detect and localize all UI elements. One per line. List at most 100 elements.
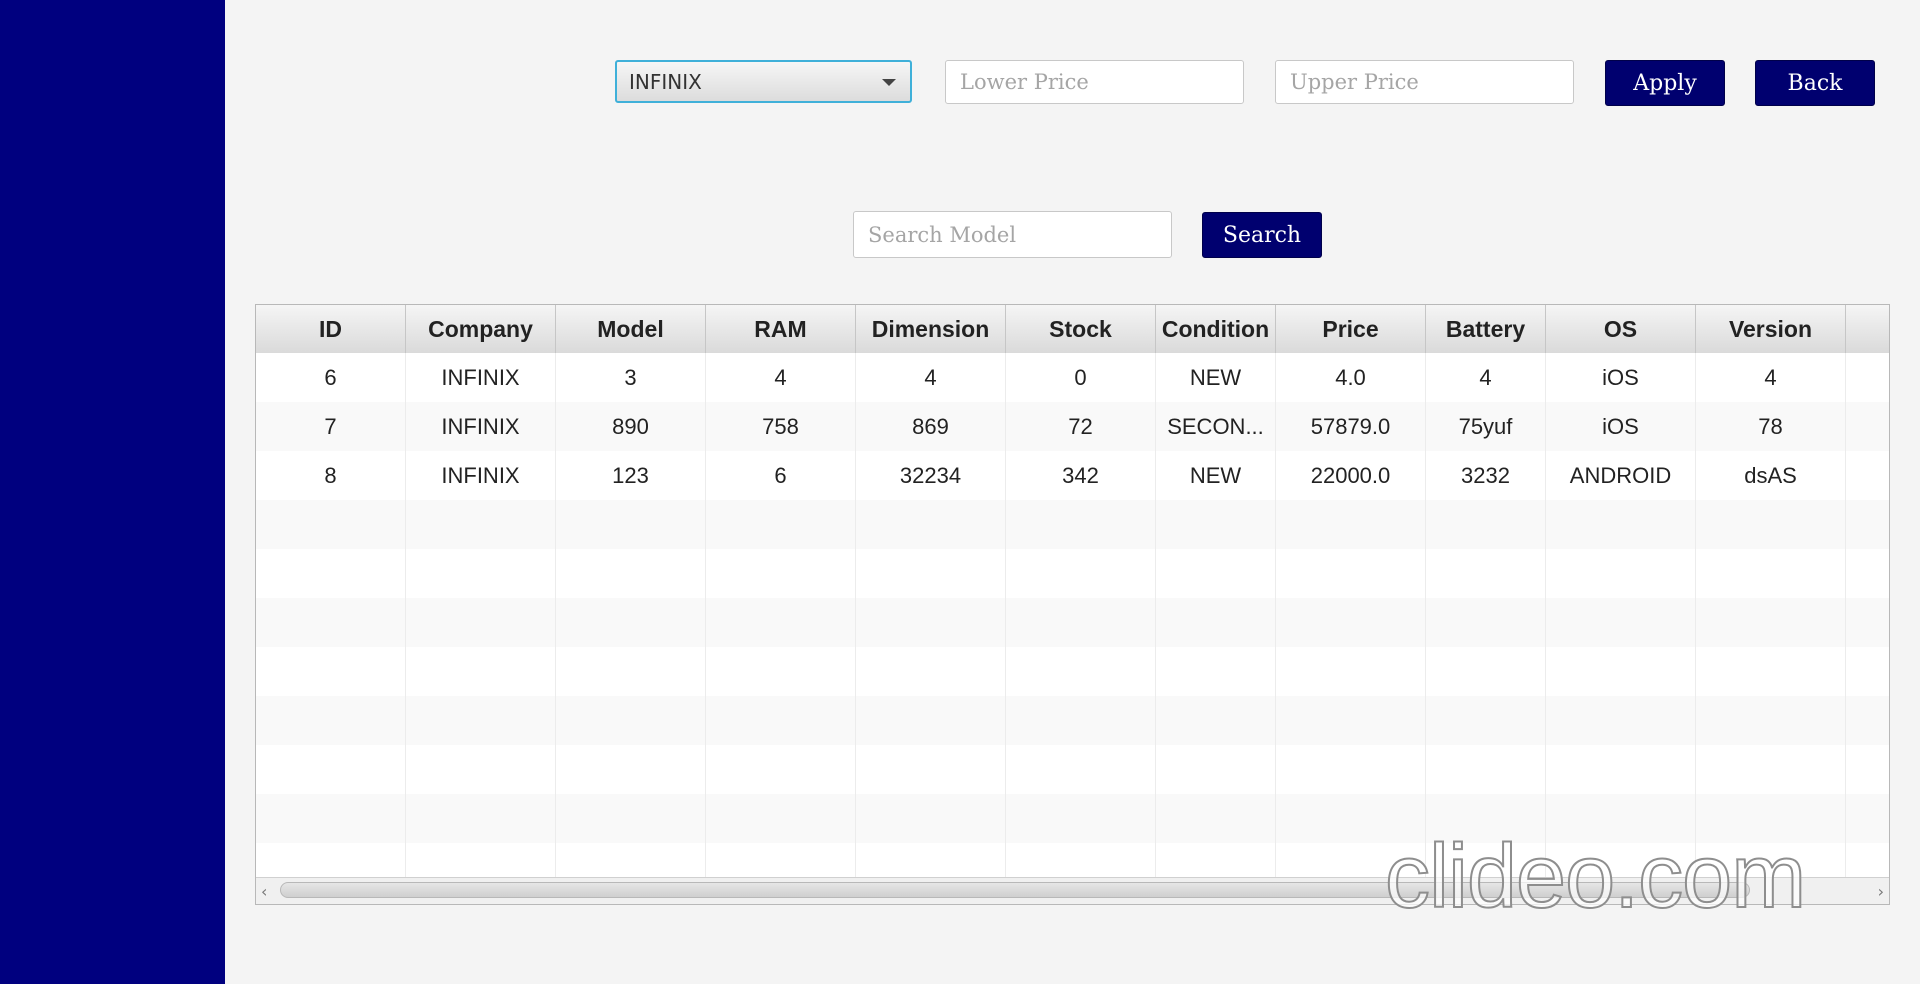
table-row[interactable]	[256, 549, 1889, 598]
table-cell	[1846, 598, 1889, 647]
table-cell: NEW	[1156, 451, 1276, 500]
table-row[interactable]: 7 INFINIX 890 758 869 72 SECON... 57879.0 75yuf i…	[256, 402, 1889, 451]
column-header[interactable]: Battery	[1426, 305, 1546, 353]
search-button[interactable]: Search	[1202, 212, 1322, 258]
column-header[interactable]: Version	[1696, 305, 1846, 353]
table-cell	[256, 647, 406, 696]
table-cell: 3	[556, 353, 706, 402]
table-cell	[556, 598, 706, 647]
column-header[interactable]: Dimension	[856, 305, 1006, 353]
company-select[interactable]: INFINIX	[615, 60, 912, 103]
scroll-right-icon[interactable]: ›	[1878, 882, 1884, 901]
table-cell: 78	[1696, 402, 1846, 451]
back-button[interactable]: Back	[1755, 60, 1875, 106]
table-cell: 72	[1006, 402, 1156, 451]
apply-button[interactable]: Apply	[1605, 60, 1725, 106]
table-cell	[1426, 696, 1546, 745]
search-model-input[interactable]	[853, 211, 1172, 258]
table-cell: iOS	[1546, 353, 1696, 402]
table-cell	[1846, 696, 1889, 745]
table-cell	[1546, 549, 1696, 598]
table-cell	[1156, 598, 1276, 647]
table-cell: ANDROID	[1546, 451, 1696, 500]
table-cell: 4	[1696, 353, 1846, 402]
table-cell: 4	[706, 353, 856, 402]
table-cell	[1546, 647, 1696, 696]
table-cell: 6	[706, 451, 856, 500]
table-cell	[1426, 647, 1546, 696]
lower-price-input[interactable]	[945, 60, 1244, 104]
table-row[interactable]	[256, 745, 1889, 794]
table-cell	[1156, 500, 1276, 549]
table-cell: NEW	[1156, 353, 1276, 402]
chevron-down-icon[interactable]	[882, 79, 896, 86]
table-cell: 123	[556, 451, 706, 500]
table-cell	[1846, 402, 1889, 451]
table-cell	[256, 794, 406, 843]
table-cell	[556, 696, 706, 745]
table-row[interactable]	[256, 598, 1889, 647]
table-cell	[556, 745, 706, 794]
column-header[interactable]: OS	[1546, 305, 1696, 353]
table-row[interactable]: 6 INFINIX 3 4 4 0 NEW 4.0 4 iOS 4	[256, 353, 1889, 402]
table-row[interactable]	[256, 500, 1889, 549]
table-cell	[856, 745, 1006, 794]
table-cell	[256, 598, 406, 647]
table-cell	[706, 794, 856, 843]
table-cell: 8	[256, 451, 406, 500]
watermark: clideo.com	[1384, 826, 1807, 928]
table-cell	[406, 598, 556, 647]
table-cell	[556, 500, 706, 549]
table-cell	[556, 794, 706, 843]
column-header[interactable]: ID	[256, 305, 406, 353]
table-cell	[1426, 598, 1546, 647]
table-cell: INFINIX	[406, 451, 556, 500]
table-row[interactable]	[256, 647, 1889, 696]
upper-price-input[interactable]	[1275, 60, 1574, 104]
table-cell: 890	[556, 402, 706, 451]
table-cell	[1276, 647, 1426, 696]
table-cell	[706, 745, 856, 794]
table-cell	[1546, 500, 1696, 549]
table-cell: SECON...	[1156, 402, 1276, 451]
table-cell	[1156, 745, 1276, 794]
table-cell	[856, 794, 1006, 843]
phone-table: ID Company Model RAM Dimension Stock Condition…	[255, 304, 1890, 905]
column-header[interactable]: S	[1846, 305, 1889, 353]
scroll-left-icon[interactable]: ‹	[261, 882, 267, 901]
table-cell: iOS	[1546, 402, 1696, 451]
table-cell	[1006, 745, 1156, 794]
table-cell	[1846, 353, 1889, 402]
table-cell	[406, 500, 556, 549]
column-header[interactable]: Model	[556, 305, 706, 353]
table-cell	[1006, 647, 1156, 696]
table-cell	[1006, 549, 1156, 598]
table-row[interactable]	[256, 696, 1889, 745]
table-cell: 4	[856, 353, 1006, 402]
table-cell	[556, 549, 706, 598]
table-cell	[1846, 500, 1889, 549]
table-cell	[1696, 598, 1846, 647]
table-cell: 57879.0	[1276, 402, 1426, 451]
column-header[interactable]: Condition	[1156, 305, 1276, 353]
table-cell	[1696, 549, 1846, 598]
table-cell: 75yuf	[1426, 402, 1546, 451]
table-cell	[856, 598, 1006, 647]
table-cell	[1156, 696, 1276, 745]
table-row[interactable]: 8 INFINIX 123 6 32234 342 NEW 22000.0 3232 ANDROI…	[256, 451, 1889, 500]
table-cell	[1276, 500, 1426, 549]
table-cell	[1696, 696, 1846, 745]
column-header[interactable]: RAM	[706, 305, 856, 353]
column-header[interactable]: Company	[406, 305, 556, 353]
column-header[interactable]: Price	[1276, 305, 1426, 353]
column-header[interactable]: Stock	[1006, 305, 1156, 353]
table-cell: 869	[856, 402, 1006, 451]
table-cell: 22000.0	[1276, 451, 1426, 500]
table-cell	[1276, 745, 1426, 794]
table-cell	[1276, 549, 1426, 598]
table-cell	[1846, 451, 1889, 500]
table-cell: 7	[256, 402, 406, 451]
table-cell	[1696, 647, 1846, 696]
table-cell	[406, 647, 556, 696]
table-cell	[856, 696, 1006, 745]
